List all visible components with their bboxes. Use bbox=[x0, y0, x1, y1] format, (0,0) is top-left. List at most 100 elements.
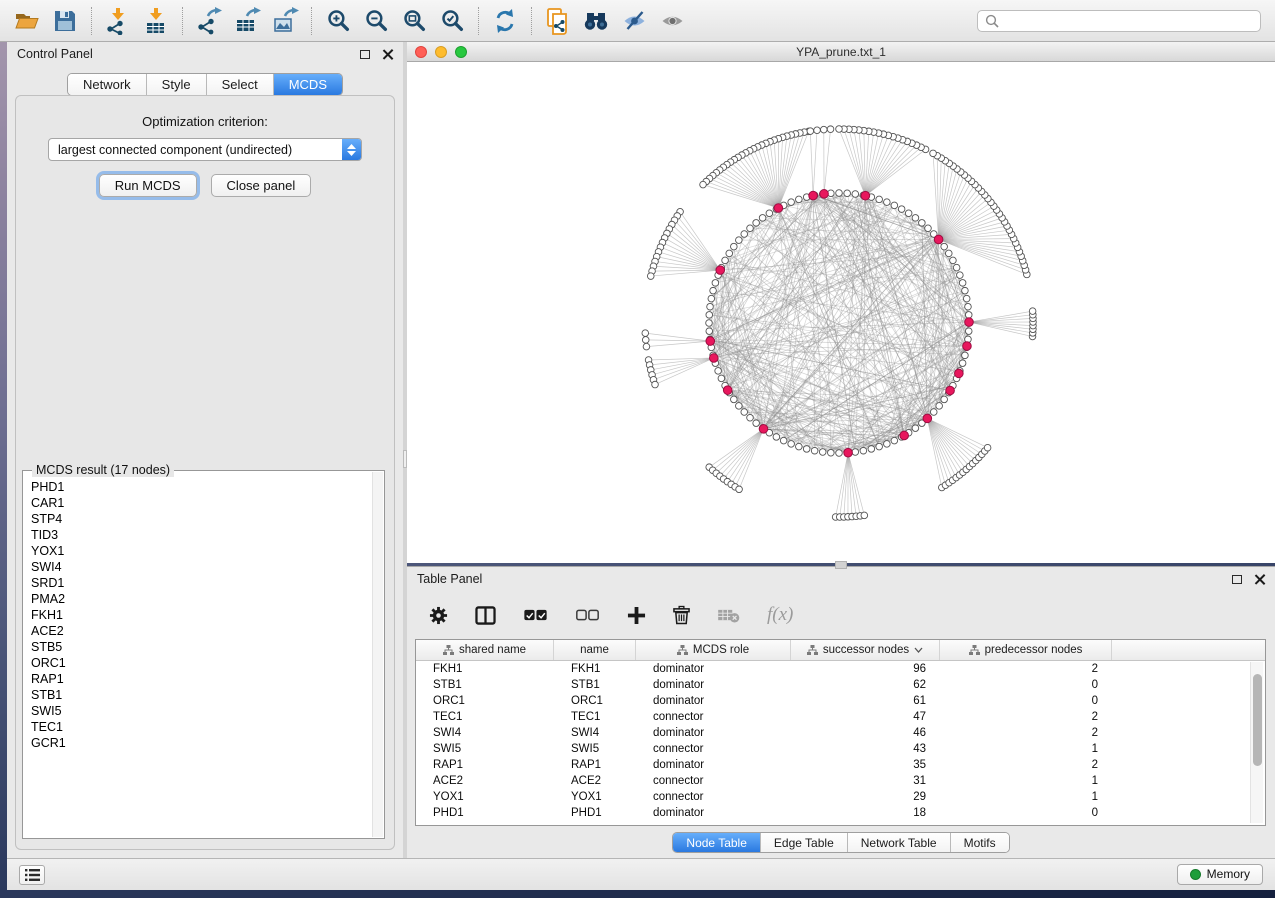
tab-network-table[interactable]: Network Table bbox=[848, 833, 951, 852]
list-item[interactable]: TID3 bbox=[31, 527, 384, 543]
table-row[interactable]: PHD1 PHD1 dominator 18 0 bbox=[416, 805, 1265, 821]
list-item[interactable]: SRD1 bbox=[31, 575, 384, 591]
refresh-layout-button[interactable] bbox=[486, 4, 524, 38]
network-node[interactable] bbox=[773, 434, 780, 441]
network-node[interactable] bbox=[814, 127, 821, 134]
list-item[interactable]: ORC1 bbox=[31, 655, 384, 671]
network-node[interactable] bbox=[820, 126, 827, 133]
network-hub-node[interactable] bbox=[861, 191, 870, 200]
optimization-criterion-select[interactable]: largest connected component (undirected) bbox=[48, 138, 362, 161]
network-hub-node[interactable] bbox=[955, 369, 964, 378]
tab-select[interactable]: Select bbox=[207, 74, 274, 95]
close-panel-icon[interactable] bbox=[382, 49, 393, 60]
network-node[interactable] bbox=[731, 396, 738, 403]
import-network-button[interactable] bbox=[99, 4, 137, 38]
export-table-button[interactable] bbox=[228, 4, 266, 38]
network-node[interactable] bbox=[700, 181, 707, 188]
network-node[interactable] bbox=[1029, 308, 1036, 315]
network-node[interactable] bbox=[710, 287, 717, 294]
network-hub-node[interactable] bbox=[723, 386, 732, 395]
network-node[interactable] bbox=[876, 443, 883, 450]
column-header-shared-name[interactable]: shared name bbox=[416, 640, 554, 660]
task-history-button[interactable] bbox=[19, 865, 45, 885]
export-network-button[interactable] bbox=[190, 4, 228, 38]
network-node[interactable] bbox=[941, 243, 948, 250]
toggle-hide-button[interactable] bbox=[615, 4, 653, 38]
network-node[interactable] bbox=[930, 409, 937, 416]
table-row[interactable]: SWI5 SWI5 connector 43 1 bbox=[416, 741, 1265, 757]
network-node[interactable] bbox=[941, 396, 948, 403]
network-node[interactable] bbox=[836, 450, 843, 457]
deselect-all-icon[interactable] bbox=[575, 609, 600, 622]
network-node[interactable] bbox=[965, 328, 972, 335]
network-node[interactable] bbox=[852, 449, 859, 456]
network-node[interactable] bbox=[642, 330, 649, 337]
network-node[interactable] bbox=[741, 231, 748, 238]
network-node[interactable] bbox=[963, 295, 970, 302]
select-all-icon[interactable] bbox=[523, 609, 548, 622]
network-node[interactable] bbox=[715, 368, 722, 375]
float-panel-icon[interactable] bbox=[360, 50, 370, 59]
network-node[interactable] bbox=[722, 257, 729, 264]
global-search-field[interactable] bbox=[977, 10, 1261, 32]
open-file-button[interactable] bbox=[8, 4, 46, 38]
network-hub-node[interactable] bbox=[706, 337, 715, 346]
network-node[interactable] bbox=[836, 126, 843, 133]
network-node[interactable] bbox=[828, 449, 835, 456]
network-node[interactable] bbox=[957, 272, 964, 279]
network-hub-node[interactable] bbox=[844, 448, 853, 457]
search-binoculars-button[interactable] bbox=[577, 4, 615, 38]
zoom-fit-button[interactable] bbox=[395, 4, 433, 38]
network-node[interactable] bbox=[819, 449, 826, 456]
table-row[interactable]: FKH1 FKH1 dominator 96 2 bbox=[416, 661, 1265, 677]
table-row[interactable]: STB1 STB1 dominator 62 0 bbox=[416, 677, 1265, 693]
network-hub-node[interactable] bbox=[965, 318, 974, 327]
network-node[interactable] bbox=[912, 425, 919, 432]
network-hub-node[interactable] bbox=[946, 386, 955, 395]
list-item[interactable]: CAR1 bbox=[31, 495, 384, 511]
network-node[interactable] bbox=[807, 128, 814, 135]
network-node[interactable] bbox=[965, 303, 972, 310]
network-node[interactable] bbox=[708, 295, 715, 302]
list-item[interactable]: PHD1 bbox=[31, 479, 384, 495]
network-node[interactable] bbox=[741, 409, 748, 416]
import-table-button[interactable] bbox=[137, 4, 175, 38]
network-hub-node[interactable] bbox=[963, 342, 972, 351]
show-eye-button[interactable] bbox=[653, 4, 691, 38]
network-node[interactable] bbox=[788, 441, 795, 448]
table-row[interactable]: ORC1 ORC1 dominator 61 0 bbox=[416, 693, 1265, 709]
network-node[interactable] bbox=[811, 447, 818, 454]
list-item[interactable]: ACE2 bbox=[31, 623, 384, 639]
table-scrollbar-thumb[interactable] bbox=[1253, 674, 1262, 766]
zoom-in-button[interactable] bbox=[319, 4, 357, 38]
result-scrollbar[interactable] bbox=[372, 472, 383, 837]
search-input[interactable] bbox=[1000, 14, 1240, 28]
tab-mcds[interactable]: MCDS bbox=[274, 74, 342, 95]
tab-node-table[interactable]: Node Table bbox=[673, 833, 761, 852]
network-canvas[interactable] bbox=[407, 63, 1275, 563]
tab-style[interactable]: Style bbox=[147, 74, 207, 95]
network-node[interactable] bbox=[736, 486, 743, 493]
network-node[interactable] bbox=[962, 352, 969, 359]
network-hub-node[interactable] bbox=[934, 235, 943, 244]
list-item[interactable]: RAP1 bbox=[31, 671, 384, 687]
network-node[interactable] bbox=[860, 447, 867, 454]
table-row[interactable]: RAP1 RAP1 dominator 35 2 bbox=[416, 757, 1265, 773]
network-node[interactable] bbox=[788, 199, 795, 206]
network-node[interactable] bbox=[984, 444, 991, 451]
list-item[interactable]: STP4 bbox=[31, 511, 384, 527]
network-node[interactable] bbox=[759, 215, 766, 222]
list-item[interactable]: YOX1 bbox=[31, 543, 384, 559]
network-node[interactable] bbox=[652, 381, 659, 388]
export-image-button[interactable] bbox=[266, 4, 304, 38]
network-hub-node[interactable] bbox=[820, 190, 829, 199]
table-row[interactable]: SWI4 SWI4 dominator 46 2 bbox=[416, 725, 1265, 741]
close-panel-button[interactable]: Close panel bbox=[211, 174, 312, 197]
network-node[interactable] bbox=[945, 250, 952, 257]
column-header-mcds-role[interactable]: MCDS role bbox=[636, 640, 791, 660]
list-item[interactable]: SWI5 bbox=[31, 703, 384, 719]
network-node[interactable] bbox=[706, 328, 713, 335]
float-panel-icon[interactable] bbox=[1232, 575, 1242, 584]
network-node[interactable] bbox=[803, 446, 810, 453]
network-node[interactable] bbox=[861, 512, 868, 519]
